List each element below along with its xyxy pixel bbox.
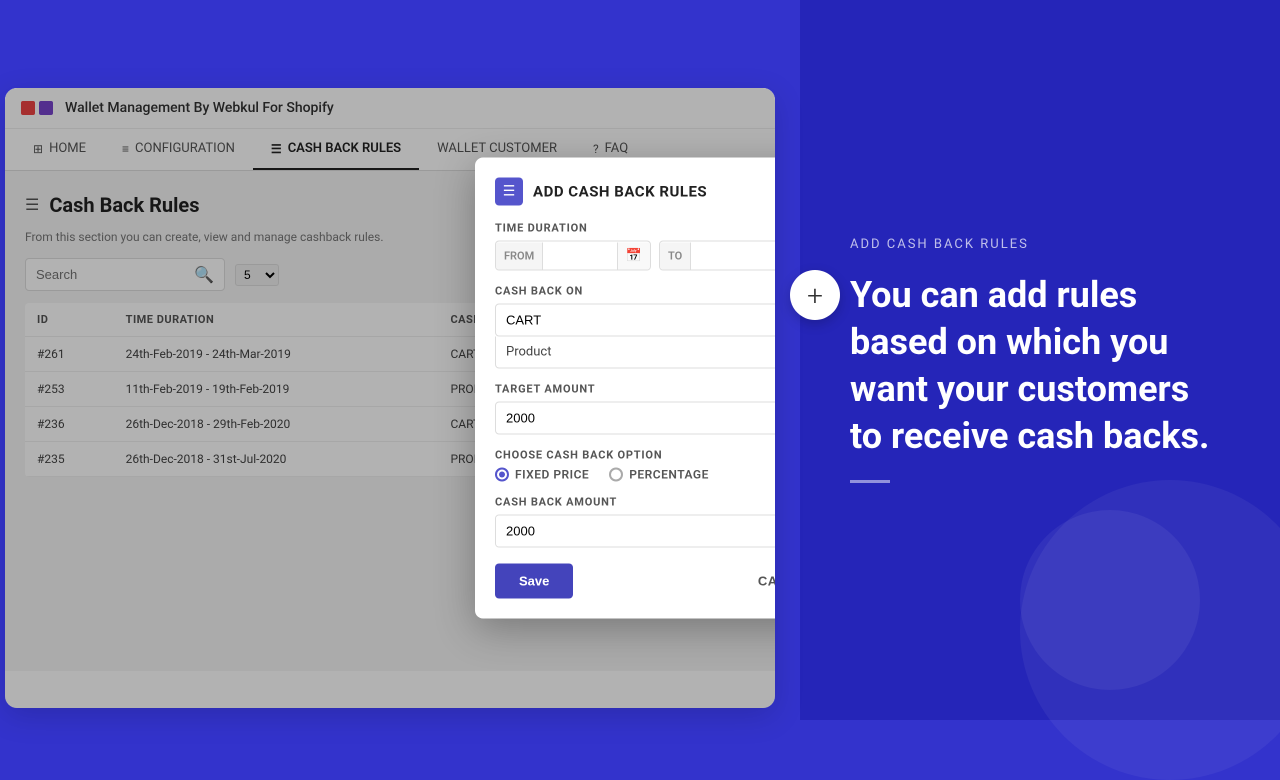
right-panel: ADD CASH BACK RULES You can add rules ba… bbox=[800, 0, 1280, 720]
radio-dot-fixed bbox=[495, 468, 509, 482]
main-card: Wallet Management By Webkul For Shopify … bbox=[5, 88, 775, 708]
right-panel-title: You can add rules based on which you wan… bbox=[850, 272, 1230, 459]
radio-dot-percentage bbox=[609, 468, 623, 482]
add-circle-button[interactable]: + bbox=[790, 270, 840, 320]
dropdown-option-product[interactable]: Product bbox=[495, 337, 775, 369]
save-button[interactable]: Save bbox=[495, 564, 573, 599]
radio-group: FIXED PRICE PERCENTAGE bbox=[495, 468, 775, 482]
add-cashback-modal: ☰ ADD CASH BACK RULES TIME DURATION FROM… bbox=[475, 158, 775, 619]
to-input-group: TO 📅 bbox=[659, 241, 775, 271]
modal-header: ☰ ADD CASH BACK RULES bbox=[495, 178, 775, 206]
radio-percentage[interactable]: PERCENTAGE bbox=[609, 468, 709, 482]
from-label: FROM bbox=[496, 242, 543, 269]
time-duration-row: FROM 📅 TO 📅 bbox=[495, 241, 775, 271]
cashback-on-select[interactable]: CART PRODUCT bbox=[495, 304, 775, 337]
to-date-input[interactable] bbox=[691, 242, 775, 270]
modal-header-icon: ☰ bbox=[495, 178, 523, 206]
from-input-group: FROM 📅 bbox=[495, 241, 651, 271]
right-panel-subtitle: ADD CASH BACK RULES bbox=[850, 237, 1230, 252]
amount-input-row: % bbox=[495, 515, 775, 548]
cashback-on-group: CASH BACK ON CART PRODUCT Product bbox=[495, 285, 775, 369]
time-duration-group: TIME DURATION FROM 📅 TO 📅 bbox=[495, 222, 775, 271]
radio-fixed-price[interactable]: FIXED PRICE bbox=[495, 468, 589, 482]
bg-decoration-2 bbox=[1020, 510, 1200, 690]
radio-fixed-label: FIXED PRICE bbox=[515, 468, 589, 482]
cashback-amount-label: CASH BACK AMOUNT bbox=[495, 496, 775, 509]
from-calendar-icon[interactable]: 📅 bbox=[617, 242, 650, 269]
cashback-on-label: CASH BACK ON bbox=[495, 285, 775, 298]
time-duration-label: TIME DURATION bbox=[495, 222, 775, 235]
cancel-button[interactable]: CANCEL bbox=[758, 574, 775, 589]
cashback-option-label: CHOOSE CASH BACK OPTION bbox=[495, 449, 775, 462]
cashback-option-group: CHOOSE CASH BACK OPTION FIXED PRICE PERC… bbox=[495, 449, 775, 482]
radio-percentage-label: PERCENTAGE bbox=[629, 468, 709, 482]
modal-footer: Save CANCEL bbox=[495, 564, 775, 599]
modal-title: ADD CASH BACK RULES bbox=[533, 183, 707, 201]
target-amount-group: TARGET AMOUNT bbox=[495, 383, 775, 435]
from-date-input[interactable] bbox=[543, 242, 617, 270]
target-amount-input[interactable] bbox=[495, 402, 775, 435]
to-label: TO bbox=[660, 242, 691, 269]
cashback-amount-input[interactable] bbox=[496, 516, 775, 547]
right-panel-divider bbox=[850, 480, 890, 483]
target-amount-label: TARGET AMOUNT bbox=[495, 383, 775, 396]
cashback-amount-group: CASH BACK AMOUNT % bbox=[495, 496, 775, 548]
